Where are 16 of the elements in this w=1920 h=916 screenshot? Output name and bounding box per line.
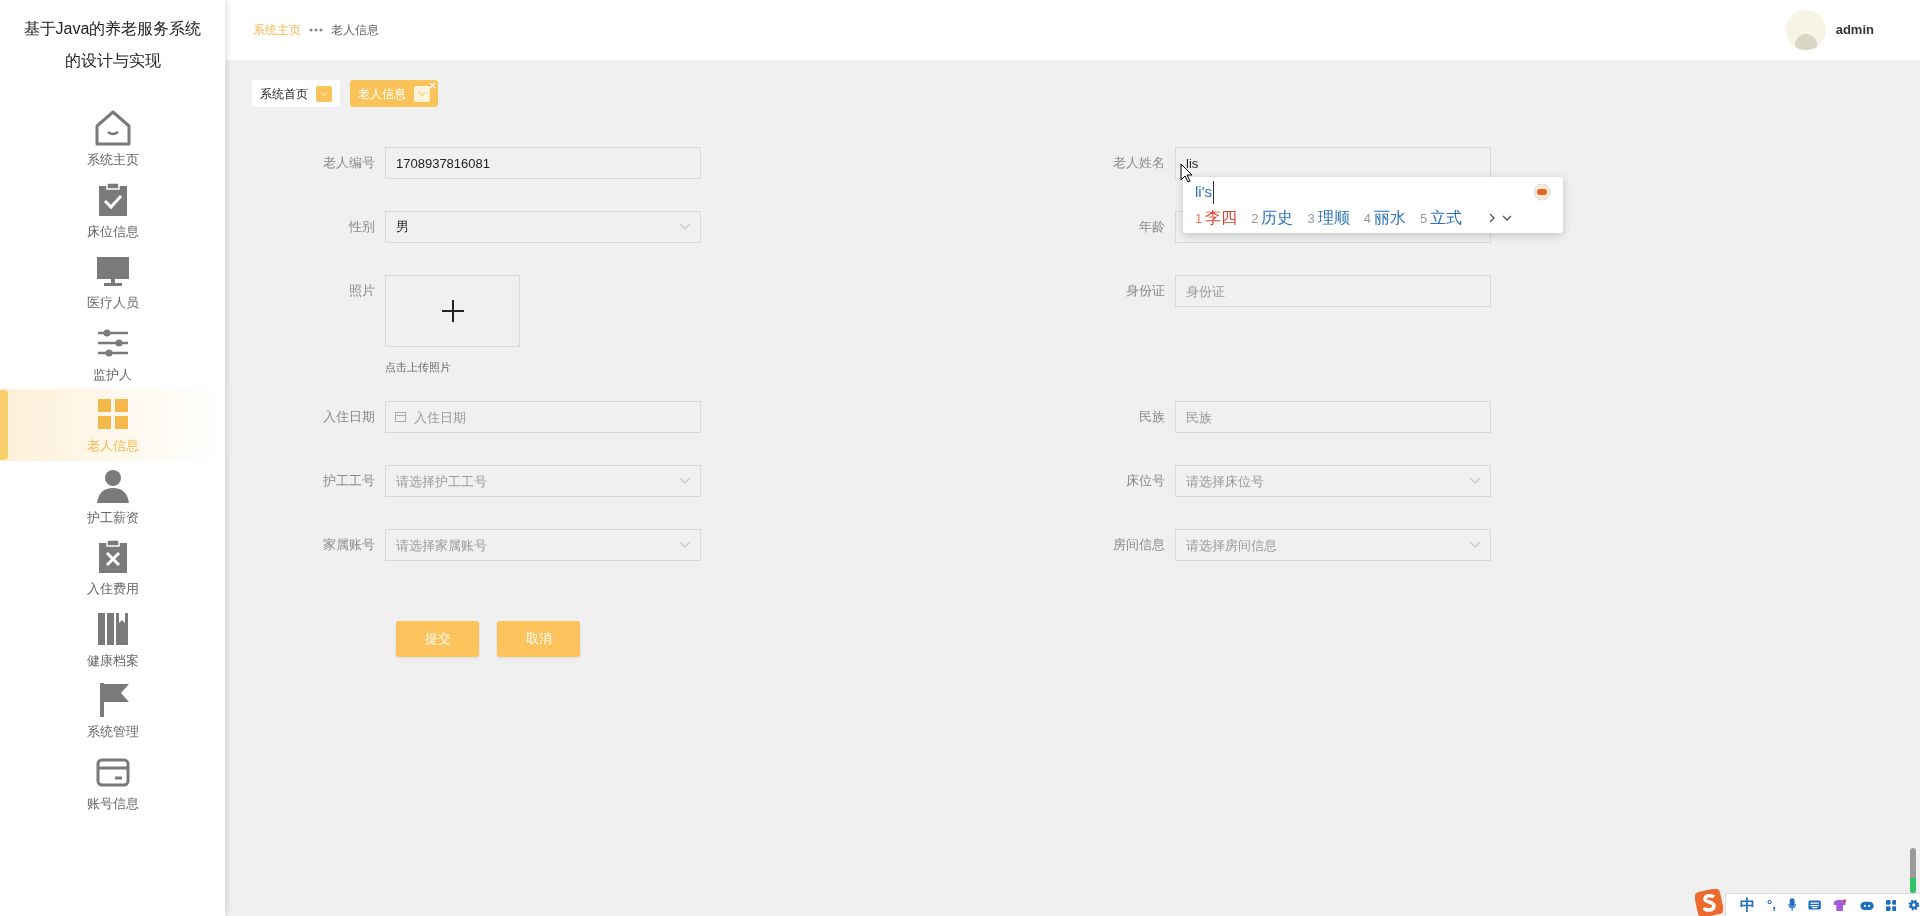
app-title: 基于Java的养老服务系统的设计与实现 bbox=[22, 19, 203, 71]
field-label: 入住日期 bbox=[322, 408, 376, 426]
upload-hint: 点击上传照片 bbox=[385, 360, 452, 375]
field-label: 身份证 bbox=[1125, 282, 1166, 300]
field-label: 性别 bbox=[348, 218, 376, 236]
ime-composition: li's bbox=[1195, 181, 1215, 204]
field-label: 护工工号 bbox=[322, 472, 376, 490]
field-label: 家属账号 bbox=[322, 536, 376, 554]
field-label: 老人编号 bbox=[322, 154, 376, 172]
field-label: 照片 bbox=[348, 282, 376, 300]
field-label: 民族 bbox=[1138, 408, 1166, 426]
field-label: 老人姓名 bbox=[1112, 154, 1166, 172]
field-label: 年龄 bbox=[1138, 218, 1166, 236]
field-label: 房间信息 bbox=[1112, 536, 1166, 554]
breadcrumb-item: 老人信息 bbox=[331, 22, 379, 39]
field-label: 床位号 bbox=[1125, 472, 1166, 490]
